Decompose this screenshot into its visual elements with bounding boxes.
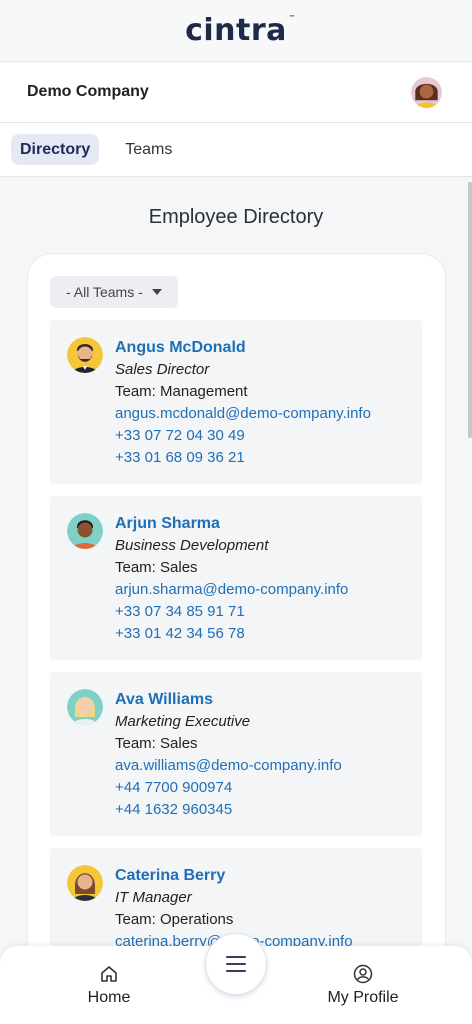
nav-home-label: Home: [87, 989, 131, 1006]
cintra-logo: cintra ™: [185, 12, 296, 48]
avatar: [67, 865, 103, 901]
employee-team: Team: Sales: [115, 559, 198, 576]
menu-button[interactable]: [206, 934, 266, 994]
employee-name[interactable]: Caterina Berry: [115, 865, 353, 887]
employee-mobile-link[interactable]: +33 07 34 85 91 71: [115, 601, 348, 623]
employee-card: Arjun Sharma Business Development Team: …: [50, 496, 422, 660]
avatar: [67, 337, 103, 373]
user-circle-icon: [353, 964, 373, 984]
employee-name[interactable]: Arjun Sharma: [115, 513, 348, 535]
employee-mobile-link[interactable]: +33 07 72 04 30 49: [115, 425, 371, 447]
avatar: [67, 689, 103, 725]
user-avatar[interactable]: [411, 76, 442, 108]
employee-card: Angus McDonald Sales Director Team: Mana…: [50, 320, 422, 484]
employee-mobile-link[interactable]: +44 7700 900974: [115, 777, 342, 799]
caret-down-icon: [152, 289, 162, 295]
nav-my-profile-label: My Profile: [327, 989, 399, 1006]
avatar: [67, 513, 103, 549]
employee-phone-link[interactable]: +44 1632 960345: [115, 799, 342, 821]
employee-email-link[interactable]: arjun.sharma@demo-company.info: [115, 579, 348, 601]
menu-icon: [226, 956, 246, 972]
employee-title: Business Development: [115, 537, 269, 554]
team-filter-label: - All Teams -: [66, 284, 143, 300]
nav-my-profile[interactable]: My Profile: [313, 964, 413, 1007]
employee-team: Team: Sales: [115, 735, 198, 752]
nav-home[interactable]: Home: [59, 964, 159, 1007]
app-header: cintra ™: [0, 0, 472, 62]
employee-email-link[interactable]: angus.mcdonald@demo-company.info: [115, 403, 371, 425]
employee-phone-link[interactable]: +33 01 42 34 56 78: [115, 623, 348, 645]
team-filter-select[interactable]: - All Teams -: [50, 276, 178, 308]
employee-title: Sales Director: [115, 361, 210, 378]
employee-name[interactable]: Angus McDonald: [115, 337, 371, 359]
tab-teams[interactable]: Teams: [116, 134, 181, 165]
directory-card: - All Teams - Angus McDonald Sales Direc…: [28, 254, 445, 1014]
company-bar: Demo Company: [0, 62, 472, 123]
employee-card: Ava Williams Marketing Executive Team: S…: [50, 672, 422, 836]
company-name: Demo Company: [27, 83, 149, 100]
employee-team: Team: Management: [115, 383, 248, 400]
home-icon: [101, 966, 117, 982]
employee-email-link[interactable]: ava.williams@demo-company.info: [115, 755, 342, 777]
employee-title: Marketing Executive: [115, 713, 251, 730]
tab-bar: Directory Teams: [0, 123, 472, 177]
page-title: Employee Directory: [148, 206, 324, 228]
employee-name[interactable]: Ava Williams: [115, 689, 342, 711]
employee-team: Team: Operations: [115, 911, 234, 928]
tab-directory[interactable]: Directory: [11, 134, 100, 165]
employee-title: IT Manager: [115, 889, 192, 906]
employee-phone-link[interactable]: +33 01 68 09 36 21: [115, 447, 371, 469]
